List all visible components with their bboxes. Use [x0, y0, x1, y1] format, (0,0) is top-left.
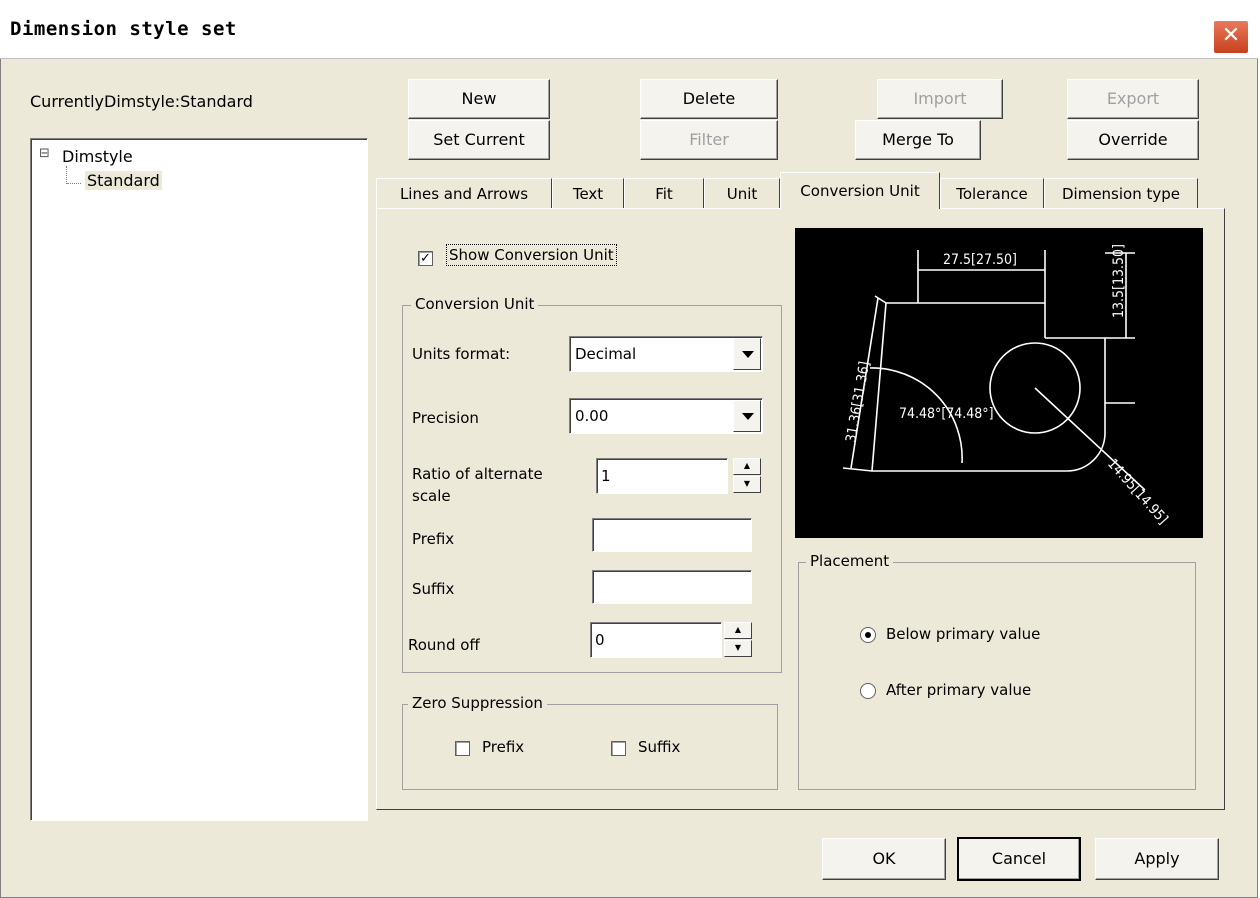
ratio-input[interactable]: 1 — [596, 458, 728, 494]
zero-suppression-suffix-checkbox[interactable] — [611, 741, 626, 756]
conversion-unit-group-label: Conversion Unit — [411, 295, 539, 313]
chevron-down-icon[interactable] — [733, 400, 761, 432]
preview-dim-top: 27.5[27.50] — [943, 252, 1017, 268]
dimstyle-tree[interactable]: ⊟ Dimstyle Standard — [30, 138, 368, 821]
cancel-button[interactable]: Cancel — [957, 837, 1081, 881]
spin-down-icon[interactable]: ▼ — [733, 476, 761, 493]
zero-suppression-suffix-label: Suffix — [638, 738, 681, 756]
tab-lines-and-arrows[interactable]: Lines and Arrows — [376, 178, 552, 209]
units-format-value: Decimal — [575, 345, 637, 363]
zero-suppression-prefix-checkbox[interactable] — [455, 741, 470, 756]
ratio-value: 1 — [601, 467, 611, 485]
ratio-spinner[interactable]: ▲ ▼ — [733, 458, 761, 494]
round-off-input[interactable]: 0 — [590, 622, 722, 658]
tab-dimension-type[interactable]: Dimension type — [1044, 178, 1198, 209]
merge-to-button[interactable]: Merge To — [855, 120, 981, 160]
tab-tolerance[interactable]: Tolerance — [940, 178, 1044, 209]
zero-suppression-prefix-label: Prefix — [482, 738, 525, 756]
tree-connector — [66, 166, 68, 184]
units-format-label: Units format: — [412, 345, 511, 363]
new-button[interactable]: New — [408, 79, 550, 119]
suffix-label: Suffix — [412, 580, 455, 598]
dimension-preview: 27.5[27.50] 13.5[13.50] 31.36[31.36] 74.… — [795, 228, 1203, 538]
precision-label: Precision — [412, 409, 479, 427]
below-primary-radio[interactable] — [860, 627, 876, 643]
ratio-label-line2: scale — [412, 487, 451, 505]
tab-conversion-unit[interactable]: Conversion Unit — [780, 172, 940, 209]
tree-item-standard[interactable]: Standard — [85, 171, 162, 190]
after-primary-radio[interactable] — [860, 683, 876, 699]
below-primary-label: Below primary value — [886, 625, 1041, 643]
radio-selected-dot — [865, 632, 871, 638]
prefix-input[interactable] — [592, 518, 752, 552]
units-format-select[interactable]: Decimal — [569, 336, 763, 372]
preview-dim-left: 31.36[31.36] — [843, 360, 873, 443]
filter-button[interactable]: Filter — [640, 120, 778, 160]
tree-connector — [67, 183, 81, 185]
round-off-value: 0 — [595, 631, 605, 649]
tree-root-dimstyle[interactable]: Dimstyle — [62, 147, 133, 166]
window-title: Dimension style set — [10, 18, 237, 40]
import-button[interactable]: Import — [877, 79, 1003, 119]
current-dimstyle-label: CurrentlyDimstyle:Standard — [30, 92, 253, 111]
tab-text[interactable]: Text — [552, 178, 624, 209]
placement-group — [798, 562, 1196, 790]
show-conversion-unit-label[interactable]: Show Conversion Unit — [446, 244, 617, 266]
after-primary-label: After primary value — [886, 681, 1032, 699]
tab-fit[interactable]: Fit — [624, 178, 704, 209]
round-off-label: Round off — [408, 636, 480, 654]
close-button[interactable]: ✕ — [1213, 20, 1249, 54]
preview-dim-radius: 14.95[14.95] — [1104, 456, 1171, 528]
spin-up-icon[interactable]: ▲ — [724, 622, 752, 639]
preview-dim-right: 13.5[13.50] — [1111, 244, 1127, 318]
tree-expand-icon[interactable]: ⊟ — [39, 146, 50, 161]
zero-suppression-group-label: Zero Suppression — [408, 694, 547, 712]
delete-button[interactable]: Delete — [640, 79, 778, 119]
ok-button[interactable]: OK — [822, 838, 946, 880]
placement-group-label: Placement — [806, 552, 894, 570]
set-current-button[interactable]: Set Current — [408, 120, 550, 160]
spin-down-icon[interactable]: ▼ — [724, 640, 752, 657]
preview-dim-angle: 74.48°[74.48°] — [899, 406, 994, 422]
spin-up-icon[interactable]: ▲ — [733, 458, 761, 475]
precision-select[interactable]: 0.00 — [569, 398, 763, 434]
suffix-input[interactable] — [592, 570, 752, 604]
round-off-spinner[interactable]: ▲ ▼ — [724, 622, 752, 658]
prefix-label: Prefix — [412, 530, 455, 548]
export-button[interactable]: Export — [1067, 79, 1199, 119]
chevron-down-icon[interactable] — [733, 338, 761, 370]
override-button[interactable]: Override — [1067, 120, 1199, 160]
precision-value: 0.00 — [575, 407, 609, 425]
ratio-label: Ratio of alternate — [412, 465, 543, 483]
preview-drawing: 27.5[27.50] 13.5[13.50] 31.36[31.36] 74.… — [842, 244, 1171, 528]
apply-button[interactable]: Apply — [1095, 838, 1219, 880]
title-bar: Dimension style set ✕ — [0, 0, 1258, 59]
show-conversion-unit-checkbox[interactable]: ✓ — [418, 251, 433, 266]
tab-unit[interactable]: Unit — [704, 178, 780, 209]
